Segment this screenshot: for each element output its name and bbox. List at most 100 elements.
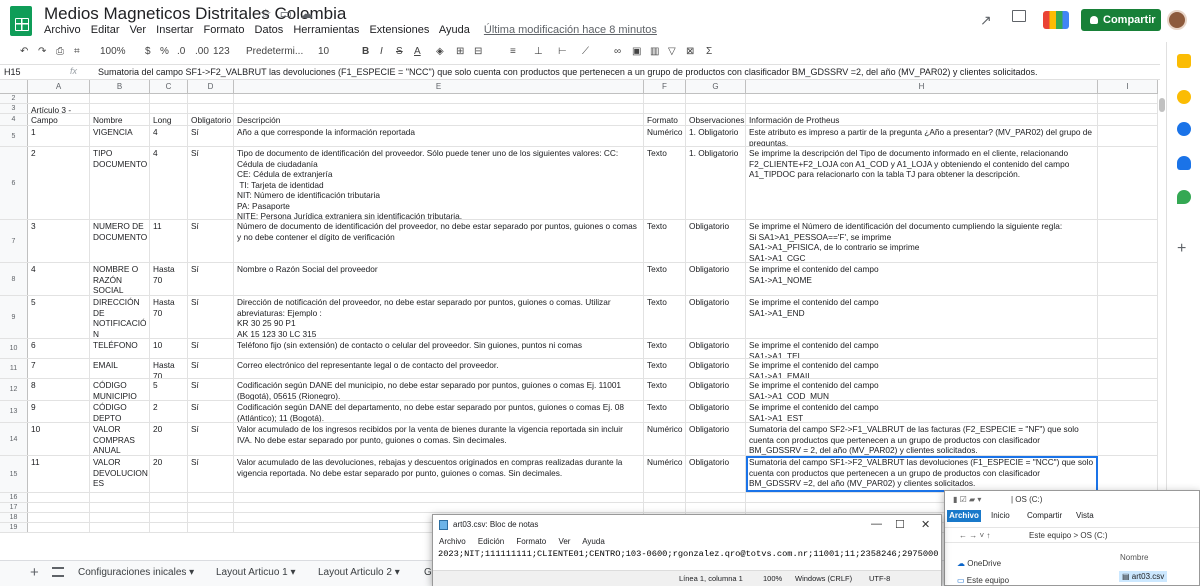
cell[interactable] [644,503,686,512]
cell[interactable]: VIGENCIA [90,126,150,146]
cell[interactable] [90,513,150,522]
ribbon-tab-inicio[interactable]: Inicio [991,511,1010,520]
cell[interactable]: 2 [28,147,90,219]
nav-arrows-icon[interactable]: ← → ˅ ↑ [959,531,990,540]
cell[interactable]: Teléfono fijo (sin extensión) de contact… [234,339,644,358]
row-header[interactable]: 11 [0,359,28,378]
cell[interactable]: Texto [644,147,686,219]
row-header[interactable]: 3 [0,104,28,113]
menu-item-formato[interactable]: Formato [204,24,245,36]
cell[interactable]: Obligatorio [686,379,746,400]
cell[interactable]: 4 [28,263,90,295]
cell[interactable] [686,104,746,113]
notepad-menu-archivo[interactable]: Archivo [439,537,466,546]
cell[interactable]: Dirección de notificación del proveedor,… [234,296,644,338]
cell[interactable] [1098,456,1158,492]
borders-icon[interactable]: ⊞ [456,46,464,57]
sheet-tab-configuraciones[interactable]: Configuraciones inicales ▾ [78,567,194,578]
cell[interactable]: Se imprime el contenido del campo SA1->A… [746,379,1098,400]
bold-button[interactable]: B [362,46,369,57]
close-icon[interactable]: ✕ [921,518,930,531]
cell[interactable] [150,523,188,532]
vertical-scrollbar[interactable] [1158,96,1166,526]
cell[interactable] [686,493,746,502]
cell[interactable] [28,503,90,512]
row-header[interactable]: 12 [0,379,28,400]
comment-add-icon[interactable]: ▣ [632,46,641,57]
cell[interactable] [188,493,234,502]
cell[interactable]: EMAIL [90,359,150,378]
cell[interactable]: 1. Obligatorio [686,147,746,219]
cell[interactable] [28,94,90,103]
cell[interactable]: Información de Protheus [746,114,1098,125]
filter-views-icon[interactable]: ⊠ [686,46,694,57]
cell[interactable]: Sí [188,379,234,400]
star-icon[interactable]: ☆ [260,6,280,21]
row-header[interactable]: 15 [0,456,28,492]
cell[interactable]: 4 [150,126,188,146]
cell[interactable] [1098,296,1158,338]
column-header-c[interactable]: C [150,80,188,94]
cell[interactable]: Sí [188,220,234,262]
cell[interactable]: Sí [188,296,234,338]
cell[interactable]: Sí [188,126,234,146]
cell[interactable] [234,493,644,502]
cell[interactable] [1098,379,1158,400]
cell[interactable] [150,493,188,502]
menu-item-archivo[interactable]: Archivo [44,24,81,36]
cell[interactable]: Codificación según DANE del departamento… [234,401,644,422]
column-header-e[interactable]: E [234,80,644,94]
share-button[interactable]: Compartir [1081,9,1161,31]
zoom-select[interactable]: 100% [100,46,126,57]
cell[interactable]: VALOR COMPRAS ANUAL [90,423,150,455]
cell[interactable]: Obligatorio [686,359,746,378]
cell[interactable]: Nombre o Razón Social del proveedor [234,263,644,295]
file-item[interactable]: ▤ art03.csv [1119,571,1168,582]
cell[interactable] [188,523,234,532]
column-header-h[interactable]: H [746,80,1098,94]
tasks-icon[interactable] [1177,122,1191,136]
cell[interactable]: Se imprime el contenido del campo SA1->A… [746,339,1098,358]
notepad-titlebar[interactable]: art03.csv: Bloc de notas — ☐ ✕ [433,515,941,535]
cell[interactable]: 9 [28,401,90,422]
cell[interactable] [150,503,188,512]
text-color-button[interactable]: A [414,46,421,57]
maximize-icon[interactable]: ☐ [895,518,905,531]
cell[interactable]: Observaciones [686,114,746,125]
cell[interactable]: Se imprime el contenido del campo SA1->A… [746,263,1098,295]
cell[interactable]: Numérico [644,423,686,455]
cell[interactable]: Texto [644,263,686,295]
font-select[interactable]: Predetermi... [246,46,303,57]
cell[interactable] [90,523,150,532]
cell[interactable]: TIPO DOCUMENTO [90,147,150,219]
all-sheets-icon[interactable] [52,567,64,577]
cell[interactable]: Hasta 70 [150,359,188,378]
cell[interactable] [686,503,746,512]
cell[interactable]: Formato [644,114,686,125]
column-header-i[interactable]: I [1098,80,1158,94]
more-formats-button[interactable]: 123 [213,46,230,57]
cell[interactable] [150,513,188,522]
cell[interactable]: Texto [644,359,686,378]
ribbon-tab-compartir[interactable]: Compartir [1027,511,1062,520]
last-edit-link[interactable]: Última modificación hace 8 minutos [484,24,657,36]
explorer-titlebar[interactable]: ▮ ☑ ▰ ▾ | OS (C:) [945,491,1199,509]
cell[interactable]: 20 [150,456,188,492]
increase-decimal-button[interactable]: .00 [195,46,209,57]
cell[interactable] [1098,104,1158,113]
row-header[interactable]: 18 [0,513,28,522]
cell[interactable]: Se imprime la descripción del Tipo de do… [746,147,1098,219]
sheets-logo-icon[interactable] [10,6,32,36]
cell[interactable] [28,523,90,532]
keep-icon[interactable] [1177,90,1191,104]
name-box[interactable]: H15 [4,67,62,77]
column-header-a[interactable]: A [28,80,90,94]
functions-button[interactable]: Σ [706,46,712,57]
cell[interactable] [188,104,234,113]
fill-color-icon[interactable]: ◈ [436,46,444,57]
cell[interactable]: Numérico [644,126,686,146]
paint-format-icon[interactable]: ⌗ [74,46,80,57]
row-header[interactable]: 13 [0,401,28,422]
cell[interactable]: Obligatorio [686,263,746,295]
cell[interactable]: Hasta 70 [150,263,188,295]
